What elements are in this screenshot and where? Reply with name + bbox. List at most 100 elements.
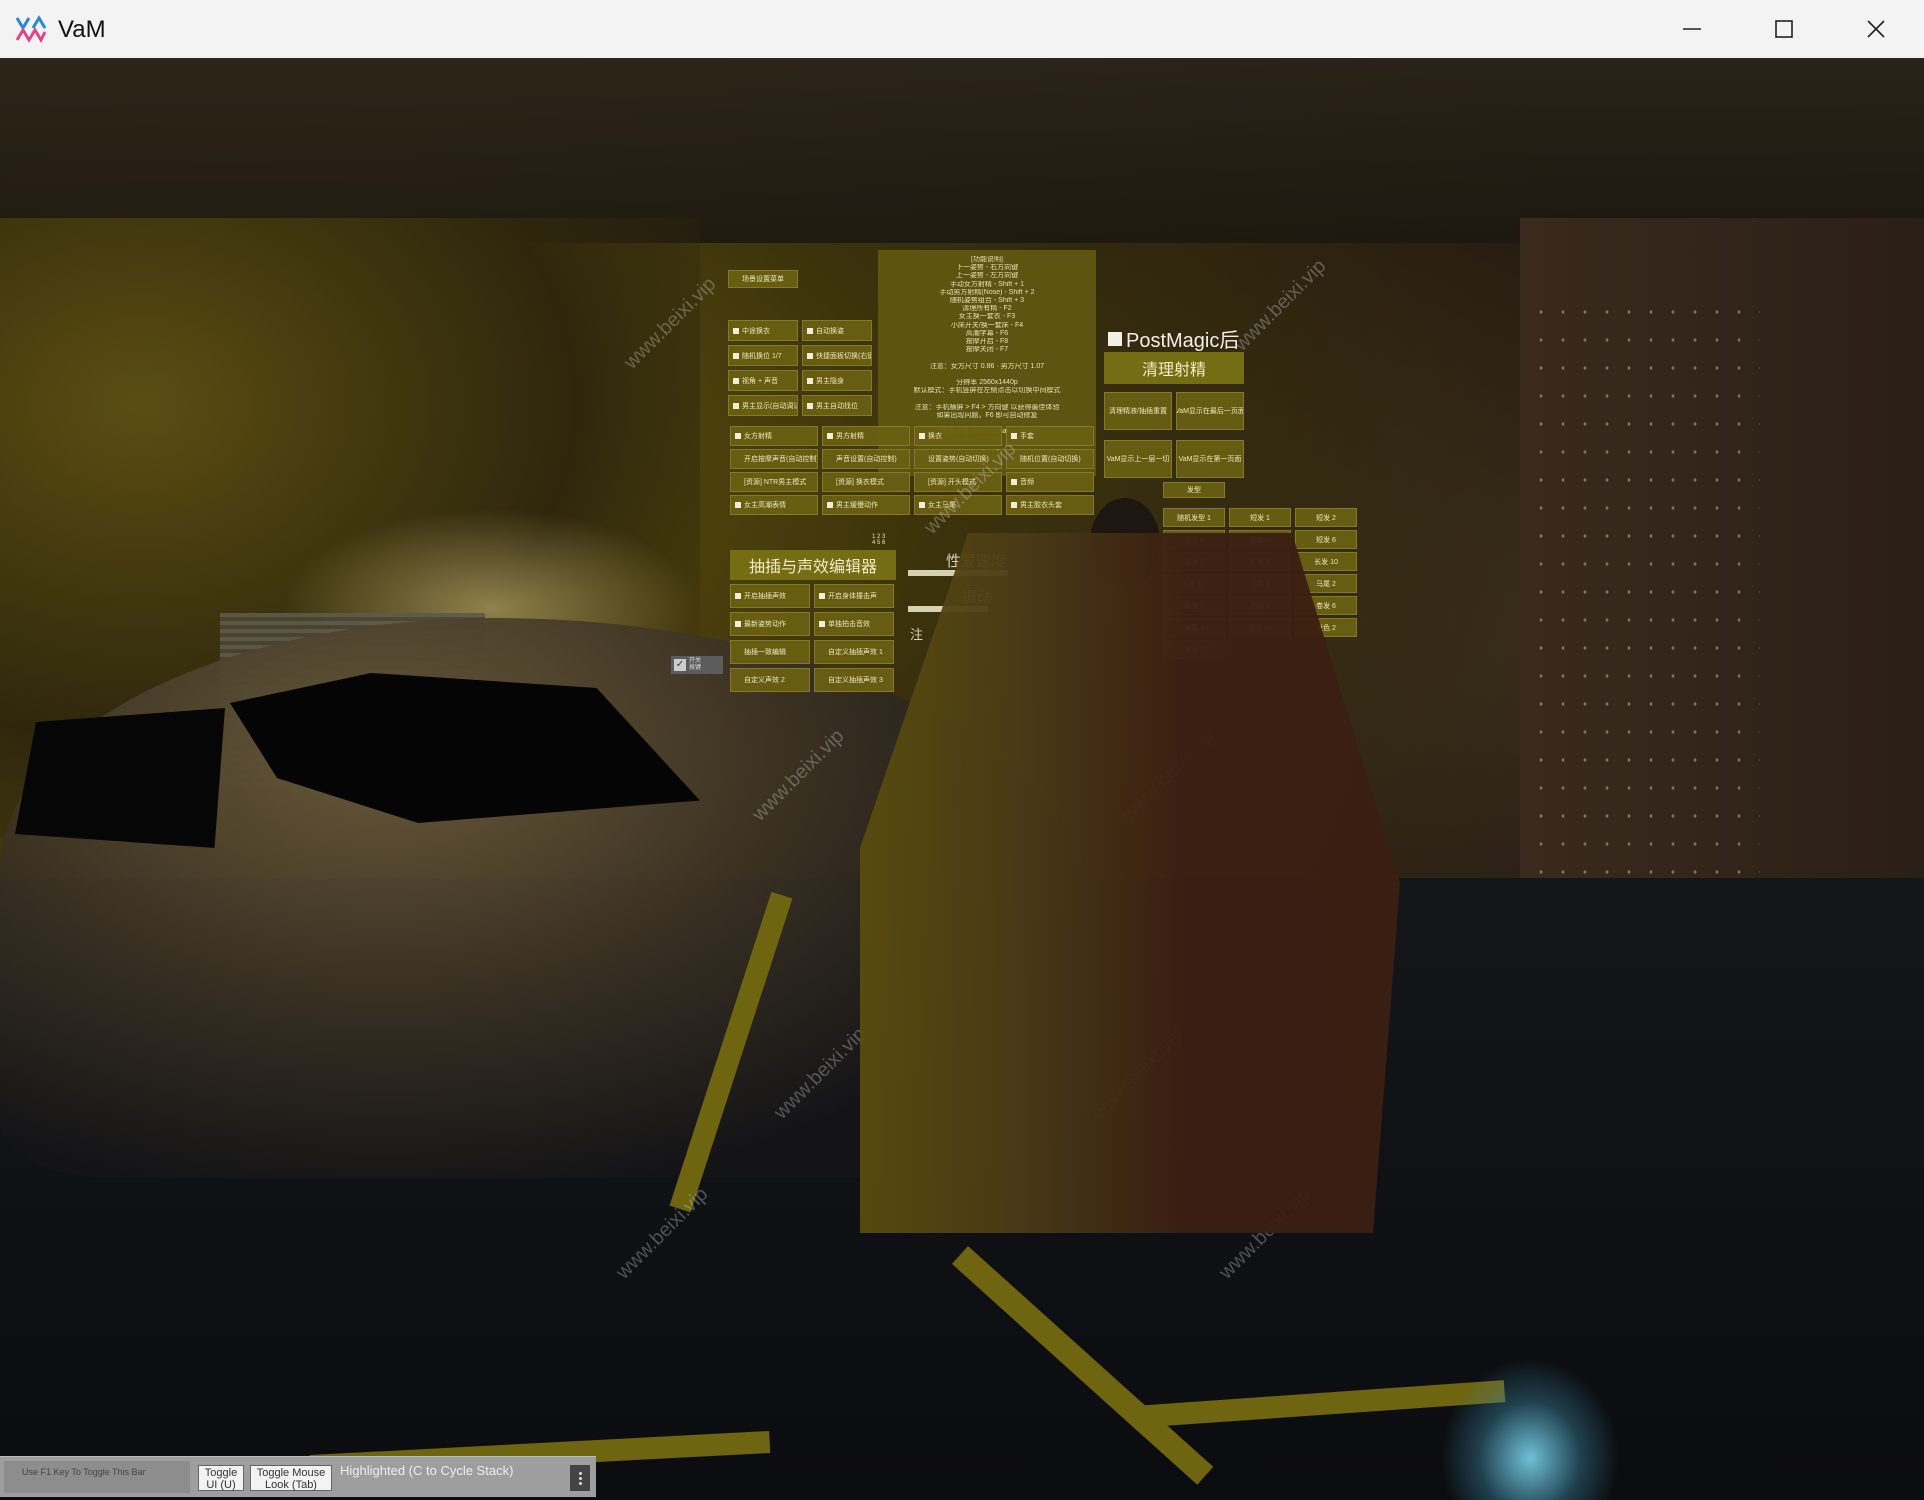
action-button[interactable]: VaM显示在第一页面 xyxy=(1176,440,1244,478)
action-button-label: 清理精液/抽插重置 xyxy=(1109,408,1167,415)
checkbox-icon xyxy=(919,433,925,439)
hair-option[interactable]: 长发 10 xyxy=(1295,552,1357,571)
option-toggle[interactable]: 快捷面板切换(右键) xyxy=(802,345,872,366)
feature-toggle[interactable]: [资源] 换衣模式 xyxy=(822,472,910,492)
hair-option[interactable]: 短发 1 xyxy=(1229,508,1291,527)
bottom-bar: Use F1 Key To Toggle This Bar Toggle UI … xyxy=(0,1456,596,1497)
toggle-ui-button[interactable]: Toggle UI (U) xyxy=(198,1465,244,1491)
option-toggle-label: 男主显示(自动调试) xyxy=(742,402,798,410)
scene-settings-label: 场景设置菜单 xyxy=(742,276,784,283)
feature-toggle-label: 手套 xyxy=(1020,433,1034,440)
info-line: 下一姿势 - 右方向键 xyxy=(955,264,1019,272)
3d-viewport[interactable]: [功能说明] 下一姿势 - 右方向键 上一姿势 - 左方向键 手动女方射精 - Shi… xyxy=(0,58,1924,1500)
small-toggle[interactable]: ✓ 开关 按键 xyxy=(671,656,723,674)
editor-option[interactable]: 自定义抽插声效 3 xyxy=(814,668,894,692)
option-toggle[interactable]: 随机换位 1/7 xyxy=(728,345,798,366)
hair-option[interactable]: 短发 6 xyxy=(1295,530,1357,549)
feature-toggle[interactable]: 男方射精 xyxy=(822,426,910,446)
action-button[interactable]: 清理精液/抽插重置 xyxy=(1104,392,1172,430)
toggle-mouse-look-button[interactable]: Toggle Mouse Look (Tab) xyxy=(250,1465,332,1491)
scene-settings-button[interactable]: 场景设置菜单 xyxy=(728,270,798,288)
minimize-button[interactable] xyxy=(1646,0,1738,58)
feature-toggle[interactable]: 声音设置(自动控制) xyxy=(822,449,910,469)
info-line: 注意：手机横屏 > F4 > 方向键 以获得最佳体验 xyxy=(914,403,1060,411)
checkbox-icon xyxy=(735,621,741,627)
action-button[interactable]: VaM显示在最后一页面 xyxy=(1176,392,1244,430)
hair-option-label: 短发 2 xyxy=(1316,514,1336,522)
option-toggle[interactable]: 自动换姿 xyxy=(802,320,872,341)
info-line: 注意：女方尺寸 0.86 · 男方尺寸 1.07 xyxy=(929,362,1045,370)
feature-toggle[interactable]: 男主胶衣头套 xyxy=(1006,495,1094,515)
editor-option[interactable]: 开启抽插声效 xyxy=(730,584,810,608)
hair-option[interactable]: 随机发型 1 xyxy=(1163,508,1225,527)
editor-option[interactable]: 自定义声效 2 xyxy=(730,668,810,692)
info-line: 分辨率 2560x1440p xyxy=(956,379,1018,387)
character-body[interactable] xyxy=(860,533,1400,1233)
window-title: VaM xyxy=(58,16,106,43)
checkbox-icon xyxy=(733,402,739,409)
feature-toggle[interactable]: 开启按摩声音(自动控制) xyxy=(730,449,818,469)
feature-toggle-label: 开启按摩声音(自动控制) xyxy=(744,456,818,463)
clear-button[interactable]: 清理射精 xyxy=(1104,352,1244,384)
checkbox-icon xyxy=(1011,502,1017,508)
feature-toggle[interactable]: 音频 xyxy=(1006,472,1094,492)
feature-toggle[interactable]: 换衣 xyxy=(914,426,1002,446)
hair-option-label: 短发 6 xyxy=(1316,536,1336,544)
postmagic-label: PostMagic后 xyxy=(1126,330,1240,352)
editor-option[interactable]: 单独拍击音效 xyxy=(814,612,894,636)
clear-button-label: 清理射精 xyxy=(1141,362,1206,379)
editor-option[interactable]: 抽插一致编辑 xyxy=(730,640,810,664)
more-menu-button[interactable] xyxy=(570,1465,590,1491)
editor-option[interactable]: 自定义抽插声效 1 xyxy=(814,640,894,664)
checkbox-icon xyxy=(807,352,813,359)
action-button-label: VaM显示在第一页面 xyxy=(1178,456,1242,463)
info-line: 手动女方射精 - Shift + 1 xyxy=(949,280,1025,288)
postmagic-toggle[interactable]: PostMagic后 xyxy=(1108,324,1239,353)
option-toggle[interactable]: 男主显示(自动调试) xyxy=(728,395,798,416)
action-button-label: VaM显示上一层一切 xyxy=(1106,456,1170,463)
feature-toggle[interactable]: 女方射精 xyxy=(730,426,818,446)
option-toggle[interactable]: 视角 + 声音 xyxy=(728,370,798,391)
option-toggle[interactable]: 男主隐身 xyxy=(802,370,872,391)
bar-hint: Use F1 Key To Toggle This Bar xyxy=(4,1461,190,1493)
hair-option[interactable]: 短发 2 xyxy=(1295,508,1357,527)
highlighted-label: Highlighted (C to Cycle Stack) xyxy=(340,1463,514,1478)
info-line: 手动男方射精(Nose) - Shift + 2 xyxy=(939,288,1035,296)
option-toggle-label: 男主自动找位 xyxy=(816,402,858,410)
feature-toggle[interactable]: [资源] NTR男主模式 xyxy=(730,472,818,492)
feature-toggle[interactable]: 手套 xyxy=(1006,426,1094,446)
close-button[interactable] xyxy=(1830,0,1922,58)
editor-option-label: 自定义声效 2 xyxy=(744,677,785,684)
option-toggle-label: 快捷面板切换(右键) xyxy=(816,352,872,360)
action-button[interactable]: VaM显示上一层一切 xyxy=(1104,440,1172,478)
checkbox-icon xyxy=(733,352,739,359)
option-toggle[interactable]: 中途换衣 xyxy=(728,320,798,341)
editor-option[interactable]: 最新姿势动作 xyxy=(730,612,810,636)
feature-toggle-label: 男方射精 xyxy=(836,433,864,440)
ceiling xyxy=(0,58,1924,243)
info-line: 如果出现问题，F6 即可自动修复 xyxy=(936,411,1038,419)
feature-toggle[interactable]: 男主缓慢动作 xyxy=(822,495,910,515)
editor-option[interactable]: 开启身体撞击声 xyxy=(814,584,894,608)
wall-lights xyxy=(1530,298,1760,978)
info-line: [功能说明] xyxy=(971,256,1003,263)
editor-title-button[interactable]: 抽插与声效编辑器 xyxy=(730,550,896,580)
checkbox-icon xyxy=(733,327,739,334)
feature-toggle-label: [资源] NTR男主模式 xyxy=(744,479,807,486)
option-toggle[interactable]: 男主自动找位 xyxy=(802,395,872,416)
feature-toggle-label: [资源] 换衣模式 xyxy=(836,479,884,486)
feature-toggle[interactable]: 女主高潮表情 xyxy=(730,495,818,515)
tiny-label: 1 2 3 4 5 6 xyxy=(872,534,886,546)
hair-title-button[interactable]: 发型 xyxy=(1163,482,1225,498)
editor-option-label: 自定义抽插声效 1 xyxy=(828,649,883,656)
more-icon xyxy=(578,1471,582,1475)
maximize-button[interactable] xyxy=(1738,0,1830,58)
checkbox-icon xyxy=(1011,479,1017,485)
action-button-label: VaM显示在最后一页面 xyxy=(1176,408,1244,415)
editor-option-label: 单独拍击音效 xyxy=(828,621,870,628)
close-icon xyxy=(1867,20,1885,38)
small-toggle-label: 开关 按键 xyxy=(689,658,702,671)
feature-toggle-label: 换衣 xyxy=(928,433,942,440)
vam-logo-icon xyxy=(15,15,47,44)
checkbox-icon xyxy=(807,377,813,384)
